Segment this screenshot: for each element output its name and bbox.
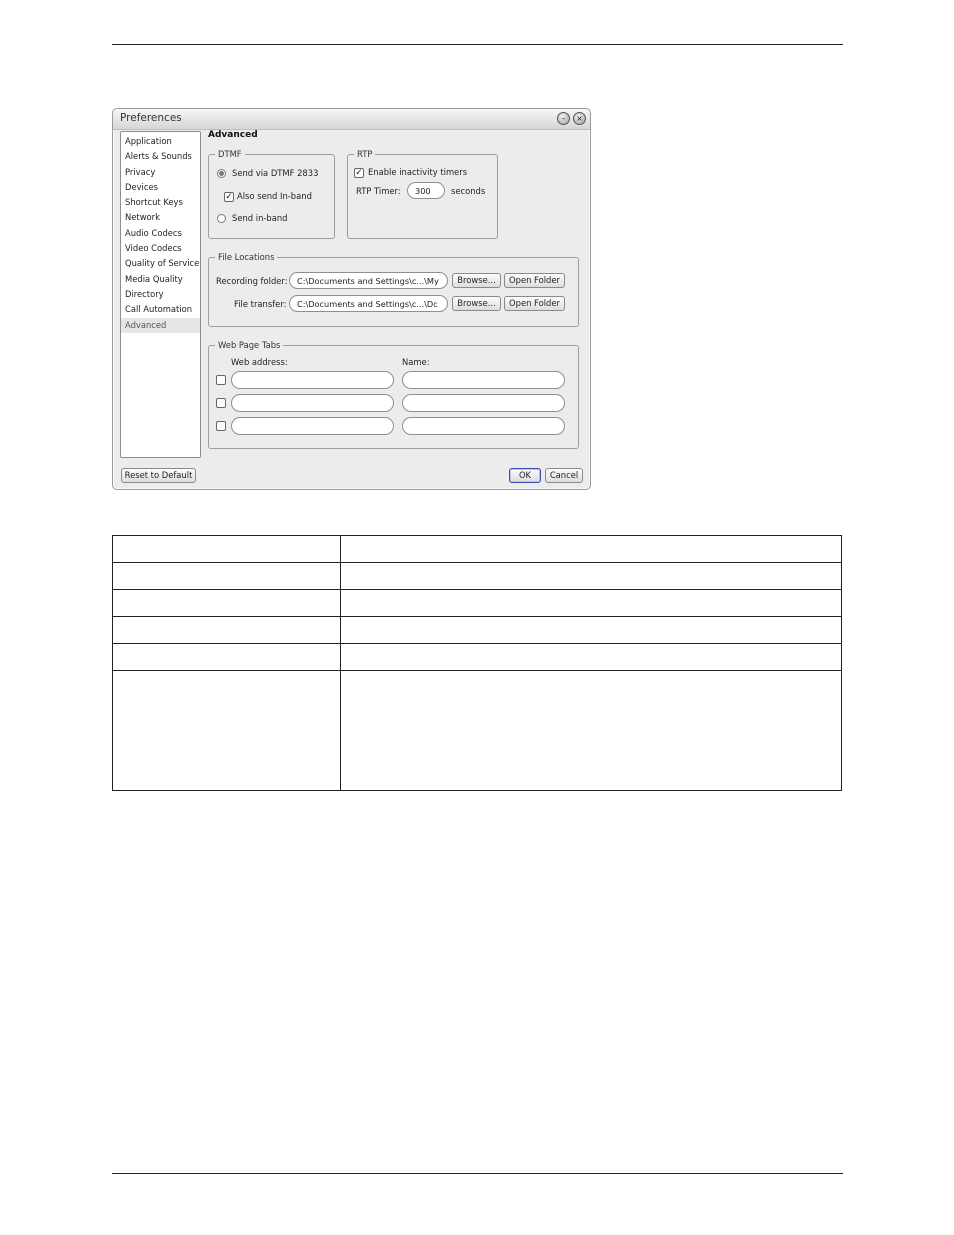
table-cell <box>112 535 341 563</box>
title-bar[interactable]: Preferences – × <box>113 109 590 130</box>
web-tab-1-name-input[interactable] <box>402 371 565 389</box>
send-inband-label: Send in-band <box>232 213 288 223</box>
reset-to-default-button[interactable]: Reset to Default <box>121 468 196 483</box>
inactivity-timers-checkbox[interactable]: ✓ <box>354 168 364 178</box>
nav-item-media-quality[interactable]: Media Quality <box>121 272 200 287</box>
recording-browse-button[interactable]: Browse... <box>452 273 501 288</box>
table-cell <box>112 670 341 791</box>
web-tab-3-checkbox[interactable] <box>216 421 226 431</box>
web-tab-3-name-input[interactable] <box>402 417 565 435</box>
file-transfer-label: File transfer: <box>234 299 287 309</box>
rtp-legend: RTP <box>357 149 373 159</box>
footer-rule <box>112 1173 843 1174</box>
preferences-dialog: Preferences – × Application Alerts & Sou… <box>112 108 591 490</box>
web-tab-2-name-input[interactable] <box>402 394 565 412</box>
nav-item-video-codecs[interactable]: Video Codecs <box>121 241 200 256</box>
rtp-timer-unit: seconds <box>451 186 486 196</box>
table-cell <box>112 562 341 590</box>
minimize-icon[interactable]: – <box>557 112 570 125</box>
recording-folder-input[interactable] <box>289 272 448 289</box>
table-cell <box>112 616 341 644</box>
table-cell <box>340 670 842 791</box>
also-inband-checkbox[interactable]: ✓ <box>224 192 234 202</box>
table-row <box>112 589 842 617</box>
file-transfer-input[interactable] <box>289 295 448 312</box>
nav-item-directory[interactable]: Directory <box>121 287 200 302</box>
panel-title: Advanced <box>208 130 258 140</box>
dtmf-2833-radio[interactable] <box>217 169 226 178</box>
table-cell <box>340 589 842 617</box>
nav-item-network[interactable]: Network <box>121 210 200 225</box>
description-table <box>112 535 842 791</box>
table-cell <box>112 643 341 671</box>
web-tab-1-checkbox[interactable] <box>216 375 226 385</box>
dtmf-2833-label: Send via DTMF 2833 <box>232 168 319 178</box>
nav-item-privacy[interactable]: Privacy <box>121 165 200 180</box>
recording-folder-label: Recording folder: <box>216 276 288 286</box>
table-cell <box>340 562 842 590</box>
table-row <box>112 643 842 671</box>
inactivity-timers-label: Enable inactivity timers <box>368 167 468 177</box>
name-column-label: Name: <box>402 357 430 367</box>
web-tab-3-address-input[interactable] <box>231 417 394 435</box>
nav-item-devices[interactable]: Devices <box>121 180 200 195</box>
nav-item-quality-of-service[interactable]: Quality of Service <box>121 256 200 271</box>
web-tab-2-address-input[interactable] <box>231 394 394 412</box>
nav-item-advanced[interactable]: Advanced <box>121 317 200 333</box>
table-row <box>112 535 842 563</box>
ok-button[interactable]: OK <box>509 468 541 483</box>
table-cell <box>340 535 842 563</box>
send-inband-radio[interactable] <box>217 214 226 223</box>
web-tab-2-checkbox[interactable] <box>216 398 226 408</box>
preferences-nav-list: Application Alerts & Sounds Privacy Devi… <box>120 131 201 458</box>
web-page-tabs-legend: Web Page Tabs <box>218 340 281 350</box>
web-tab-1-address-input[interactable] <box>231 371 394 389</box>
nav-item-audio-codecs[interactable]: Audio Codecs <box>121 226 200 241</box>
nav-item-application[interactable]: Application <box>121 134 200 149</box>
transfer-browse-button[interactable]: Browse... <box>452 296 501 311</box>
nav-item-call-automation[interactable]: Call Automation <box>121 302 200 317</box>
recording-open-folder-button[interactable]: Open Folder <box>504 273 565 288</box>
web-address-column-label: Web address: <box>231 357 288 367</box>
table-cell <box>112 589 341 617</box>
table-cell <box>340 643 842 671</box>
file-locations-legend: File Locations <box>218 252 275 262</box>
table-row <box>112 670 842 791</box>
file-locations-group: File Locations <box>208 252 579 327</box>
table-cell <box>340 616 842 644</box>
cancel-button[interactable]: Cancel <box>545 468 583 483</box>
table-row <box>112 562 842 590</box>
also-inband-label: Also send In-band <box>237 191 312 201</box>
nav-item-shortcut-keys[interactable]: Shortcut Keys <box>121 195 200 210</box>
transfer-open-folder-button[interactable]: Open Folder <box>504 296 565 311</box>
dialog-title: Preferences <box>120 112 182 124</box>
table-row <box>112 616 842 644</box>
nav-item-alerts-sounds[interactable]: Alerts & Sounds <box>121 149 200 164</box>
rtp-timer-input[interactable] <box>407 182 445 199</box>
dtmf-legend: DTMF <box>218 149 242 159</box>
rtp-timer-label: RTP Timer: <box>356 186 401 196</box>
close-icon[interactable]: × <box>573 112 586 125</box>
header-rule <box>112 44 843 45</box>
